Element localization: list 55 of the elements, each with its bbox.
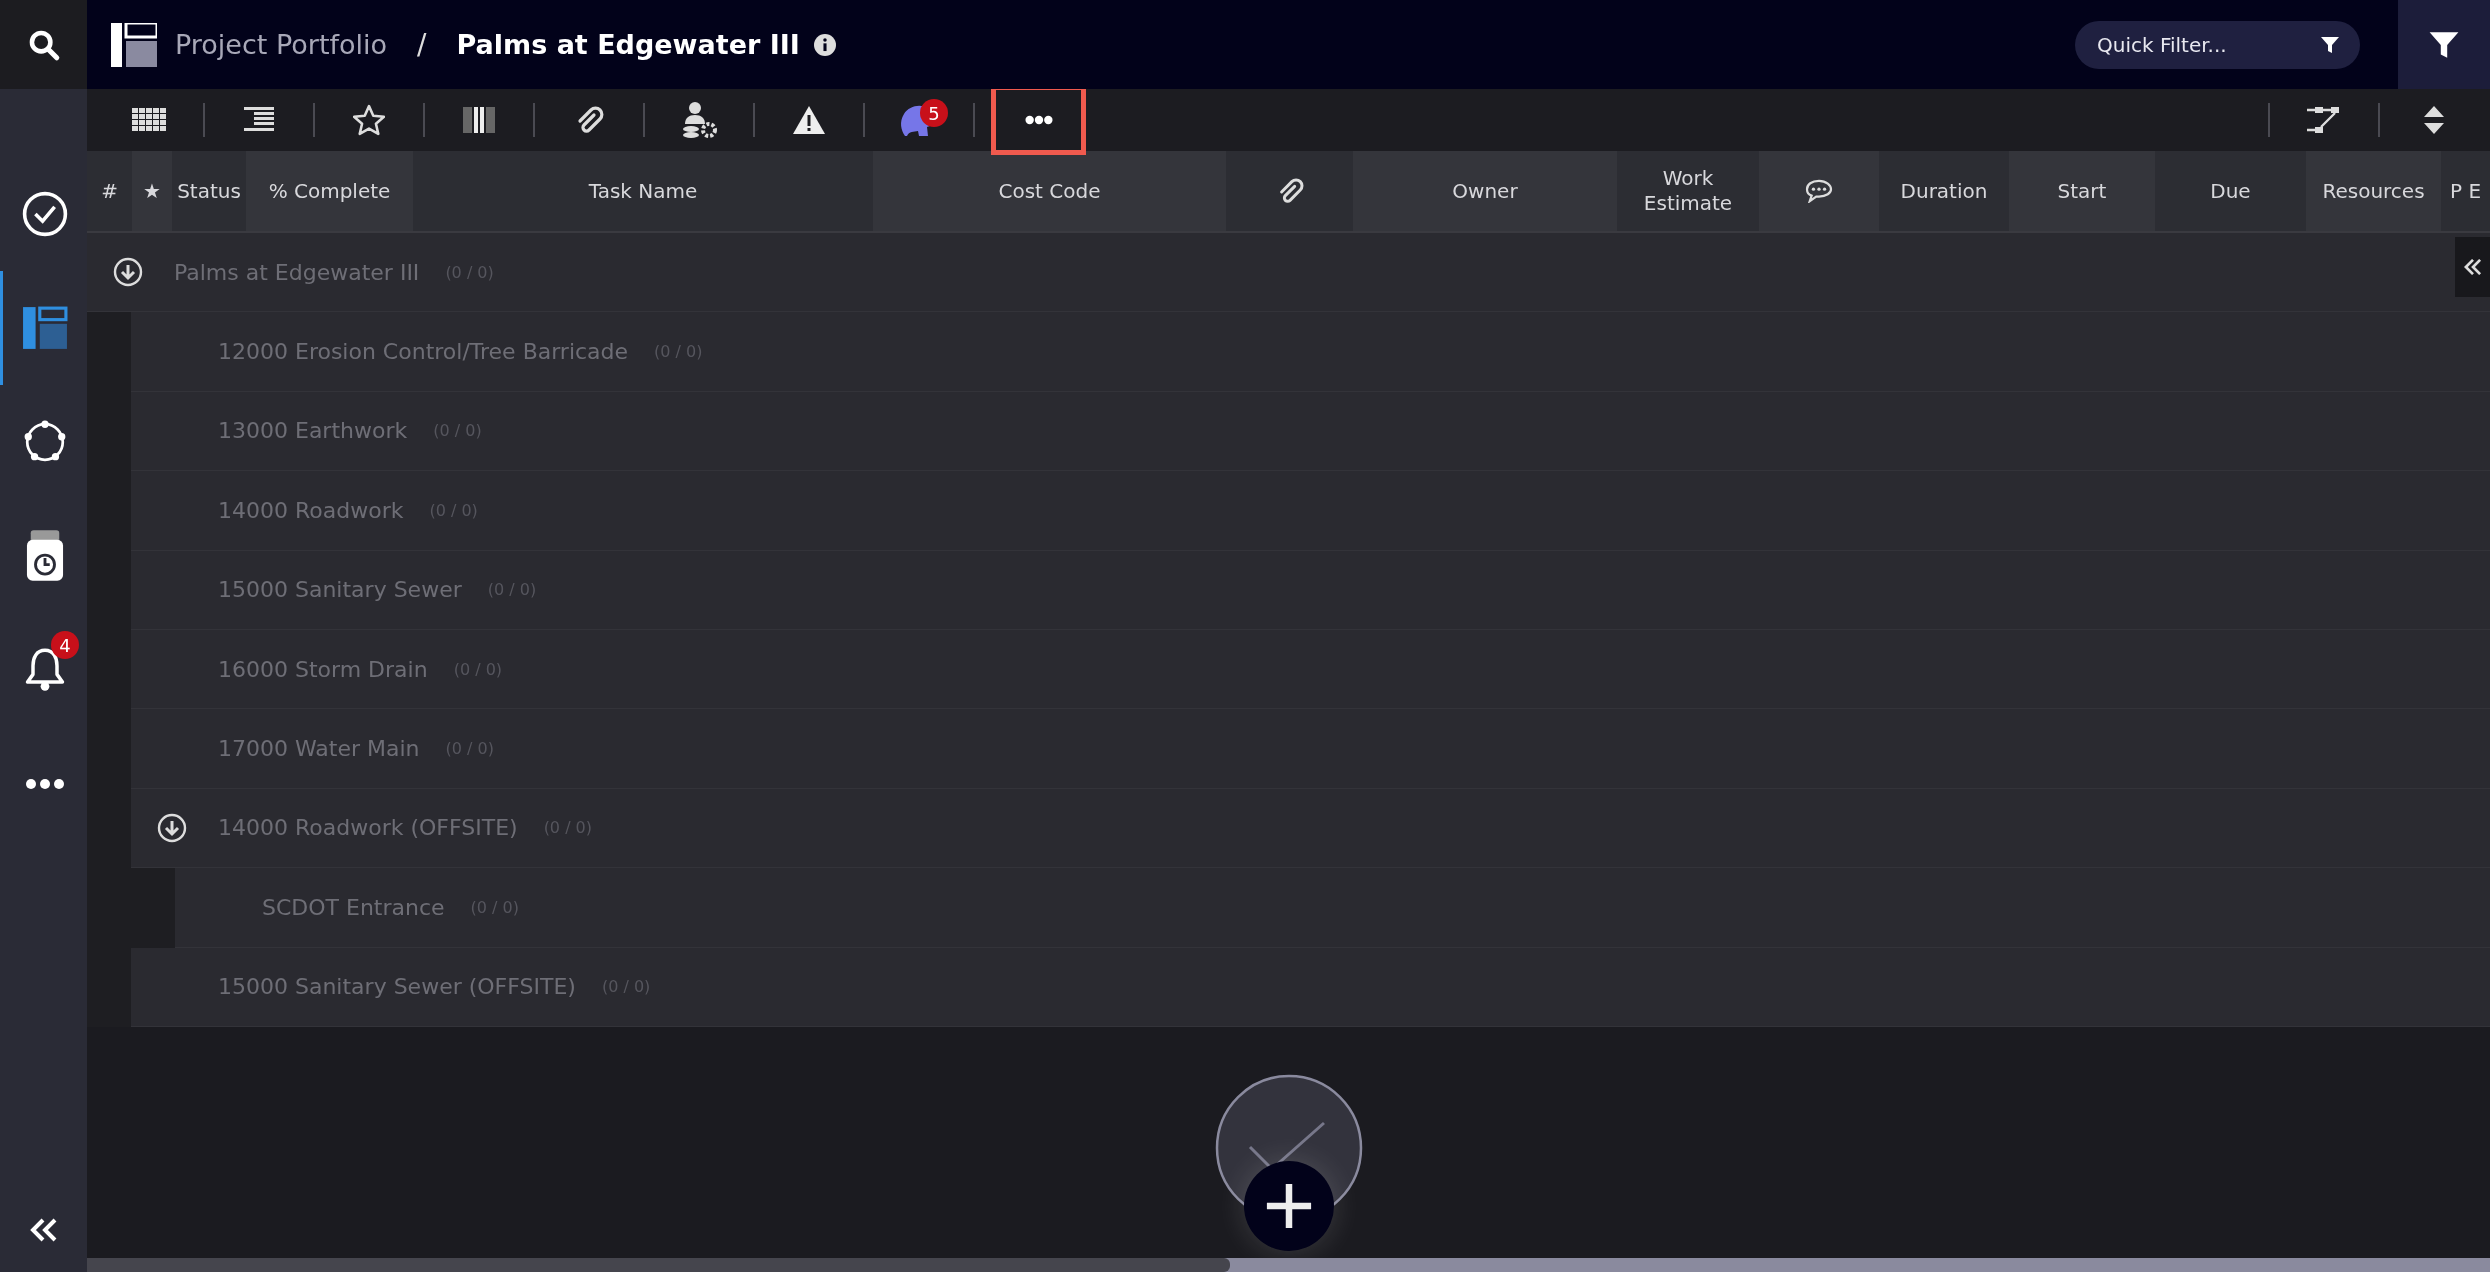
notification-badge: 4 [51, 631, 79, 659]
timer-icon [26, 530, 64, 582]
columns-icon [463, 107, 495, 133]
task-name: 15000 Sanitary Sewer [218, 577, 462, 603]
person-coins-gear-icon [681, 102, 717, 138]
column-header[interactable]: ★ [132, 151, 172, 231]
column-header[interactable]: Duration [1879, 151, 2009, 231]
more-icon [1024, 115, 1053, 125]
breadcrumb-separator: / [417, 28, 427, 61]
warning-icon [792, 105, 826, 135]
task-name: Palms at Edgewater III [174, 259, 420, 285]
task-name: 13000 Earthwork [218, 418, 408, 444]
sort-icon [2423, 105, 2445, 135]
collapse-icon [2463, 259, 2482, 275]
portfolio-logo-icon [111, 22, 157, 67]
check-circle-icon [21, 190, 69, 238]
horizontal-scrollbar[interactable] [87, 1258, 2490, 1272]
breadcrumb-link[interactable]: Project Portfolio [175, 29, 388, 60]
column-header[interactable]: Task Name [413, 151, 873, 231]
task-name: 15000 Sanitary Sewer (OFFSITE) [218, 974, 576, 1000]
star-icon [353, 104, 385, 136]
column-header[interactable]: % Complete [246, 151, 413, 231]
column-header[interactable]: Start [2009, 151, 2155, 231]
grid-icon [132, 108, 166, 132]
filter-icon [2320, 34, 2340, 55]
column-header[interactable]: Status [172, 151, 246, 231]
column-header[interactable]: Resources [2306, 151, 2441, 231]
column-header[interactable]: # [87, 151, 132, 231]
task-name: 16000 Storm Drain [218, 656, 428, 682]
task-name: SCDOT Entrance [262, 894, 445, 920]
task-name: 14000 Roadwork [218, 497, 404, 523]
dependency-icon [2307, 105, 2341, 135]
task-name: 17000 Water Main [218, 736, 420, 762]
notification-badge: 5 [920, 99, 948, 127]
column-header[interactable]: Owner [1353, 151, 1617, 231]
comment-icon [1805, 179, 1833, 203]
column-header[interactable]: P E [2441, 151, 2490, 231]
column-header[interactable]: Cost Code [873, 151, 1226, 231]
filter-button[interactable] [2398, 0, 2490, 89]
column-header[interactable] [1226, 151, 1353, 231]
column-header[interactable]: Work Estimate [1617, 151, 1759, 231]
task-name: 14000 Roadwork (OFFSITE) [218, 815, 518, 841]
column-header[interactable] [1759, 151, 1879, 231]
info-icon[interactable] [813, 33, 836, 56]
portfolio-icon [22, 305, 68, 351]
toolbar-button[interactable]: 5 [881, 94, 957, 146]
quick-filter-field[interactable]: Quick Filter... [2075, 20, 2360, 69]
collapse-icon[interactable] [28, 1218, 59, 1242]
task-name: 12000 Erosion Control/Tree Barricade [218, 339, 629, 365]
indent-list-icon [244, 107, 274, 133]
more-icon [25, 778, 65, 790]
page-title: Palms at Edgewater III [456, 29, 800, 60]
column-header[interactable]: Due [2155, 151, 2306, 231]
expand-panel-button[interactable] [2455, 237, 2490, 297]
sidebar-item[interactable]: 4 [0, 613, 87, 727]
